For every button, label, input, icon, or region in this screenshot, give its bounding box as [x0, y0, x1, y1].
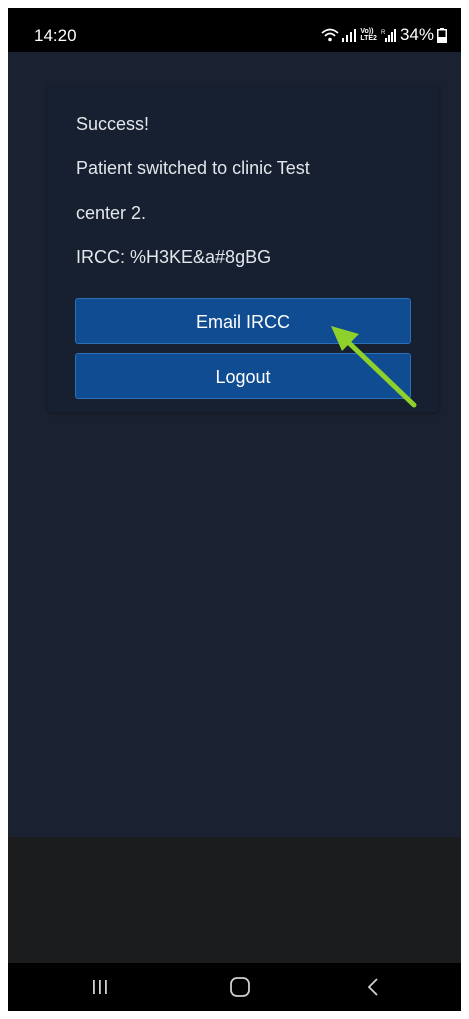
home-icon	[230, 977, 250, 997]
signal-icon	[342, 28, 357, 42]
navigation-bar	[8, 963, 461, 1011]
status-time: 14:20	[34, 26, 77, 45]
battery-text: 34%	[399, 25, 434, 44]
logout-button[interactable]: Logout	[75, 353, 411, 399]
wifi-icon	[321, 28, 339, 42]
phone-screen: 14:20 Vo)) LTE2 R 34% Success! Patient s…	[8, 8, 461, 1011]
app-content: Success! Patient switched to clinic Test…	[8, 52, 461, 837]
success-heading: Success!	[76, 114, 150, 134]
svg-text:R: R	[381, 30, 386, 36]
success-card: Success! Patient switched to clinic Test…	[47, 85, 439, 412]
signal-icon: R	[381, 28, 397, 42]
recent-apps-icon	[93, 980, 107, 994]
network-indicator: Vo)) LTE2	[360, 28, 377, 42]
switch-message-cont: center 2.	[76, 203, 147, 223]
recent-apps-button[interactable]	[60, 963, 140, 1011]
back-button[interactable]	[333, 963, 413, 1011]
back-icon	[367, 978, 378, 996]
switch-message: Patient switched to clinic Test	[76, 158, 310, 178]
battery-icon	[437, 27, 447, 43]
status-bar: 14:20 Vo)) LTE2 R 34%	[8, 8, 461, 52]
ircc-code: IRCC: %H3KE&a#8gBG	[76, 247, 272, 267]
email-ircc-button[interactable]: Email IRCC	[75, 298, 411, 344]
home-button[interactable]	[200, 963, 280, 1011]
status-icons: Vo)) LTE2 R 34%	[321, 25, 447, 45]
bottom-area	[8, 837, 461, 963]
